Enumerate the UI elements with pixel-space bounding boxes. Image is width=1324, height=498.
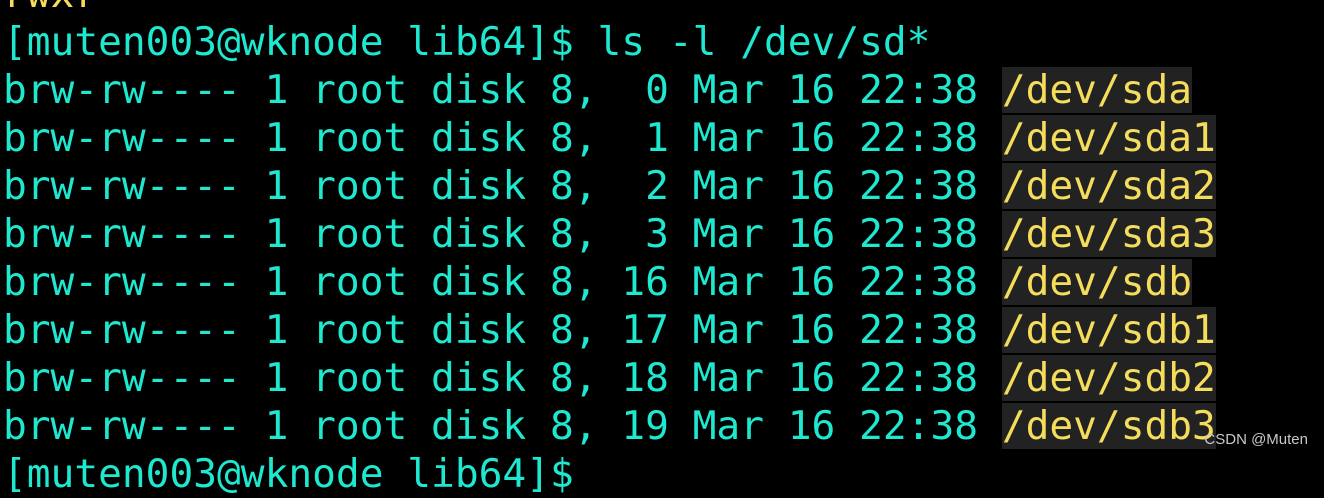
terminal-prompt-line-partial: [muten003@wknode lib64]$	[3, 451, 574, 497]
terminal-prompt-line: [muten003@wknode lib64]$ ls -l /dev/sd*	[3, 19, 931, 65]
file-meta: brw-rw---- 1 root disk 8, 19 Mar 16 22:3…	[3, 403, 1002, 449]
terminal-output-line: brw-rw---- 1 root disk 8, 17 Mar 16 22:3…	[0, 306, 1324, 354]
file-meta: brw-rw---- 1 root disk 8, 3 Mar 16 22:38	[3, 211, 1002, 257]
watermark-text: CSDN @Muten	[1204, 431, 1308, 448]
device-path: /dev/sdb	[1001, 259, 1193, 305]
device-path: /dev/sda	[1001, 67, 1193, 113]
file-meta: brw-rw---- 1 root disk 8, 18 Mar 16 22:3…	[3, 355, 1002, 401]
terminal-output-line: brw-rw---- 1 root disk 8, 1 Mar 16 22:38…	[0, 114, 1324, 162]
terminal-output-line: brw-rw---- 1 root disk 8, 16 Mar 16 22:3…	[0, 258, 1324, 306]
device-path: /dev/sdb1	[1001, 307, 1216, 353]
terminal-output-line: brw-rw---- 1 root disk 8, 2 Mar 16 22:38…	[0, 162, 1324, 210]
file-meta: brw-rw---- 1 root disk 8, 1 Mar 16 22:38	[3, 115, 1002, 161]
terminal-output-line: brw-rw---- 1 root disk 8, 3 Mar 16 22:38…	[0, 210, 1324, 258]
file-meta: brw-rw---- 1 root disk 8, 16 Mar 16 22:3…	[3, 259, 1002, 305]
terminal-line-partial-top: rwxr	[0, 0, 1324, 18]
file-meta: brw-rw---- 1 root disk 8, 17 Mar 16 22:3…	[3, 307, 1002, 353]
device-path: /dev/sda2	[1001, 163, 1216, 209]
terminal-output-line: brw-rw---- 1 root disk 8, 0 Mar 16 22:38…	[0, 66, 1324, 114]
file-meta: brw-rw---- 1 root disk 8, 0 Mar 16 22:38	[3, 67, 1002, 113]
device-path: /dev/sdb2	[1001, 355, 1216, 401]
device-path: /dev/sda1	[1001, 115, 1216, 161]
terminal-output-line: brw-rw---- 1 root disk 8, 18 Mar 16 22:3…	[0, 354, 1324, 402]
file-meta: brw-rw---- 1 root disk 8, 2 Mar 16 22:38	[3, 163, 1002, 209]
device-path: /dev/sda3	[1001, 211, 1216, 257]
terminal-window[interactable]: rwxr [muten003@wknode lib64]$ ls -l /dev…	[0, 0, 1324, 497]
device-path: /dev/sdb3	[1001, 403, 1216, 449]
terminal-output-line: brw-rw---- 1 root disk 8, 19 Mar 16 22:3…	[0, 402, 1324, 450]
